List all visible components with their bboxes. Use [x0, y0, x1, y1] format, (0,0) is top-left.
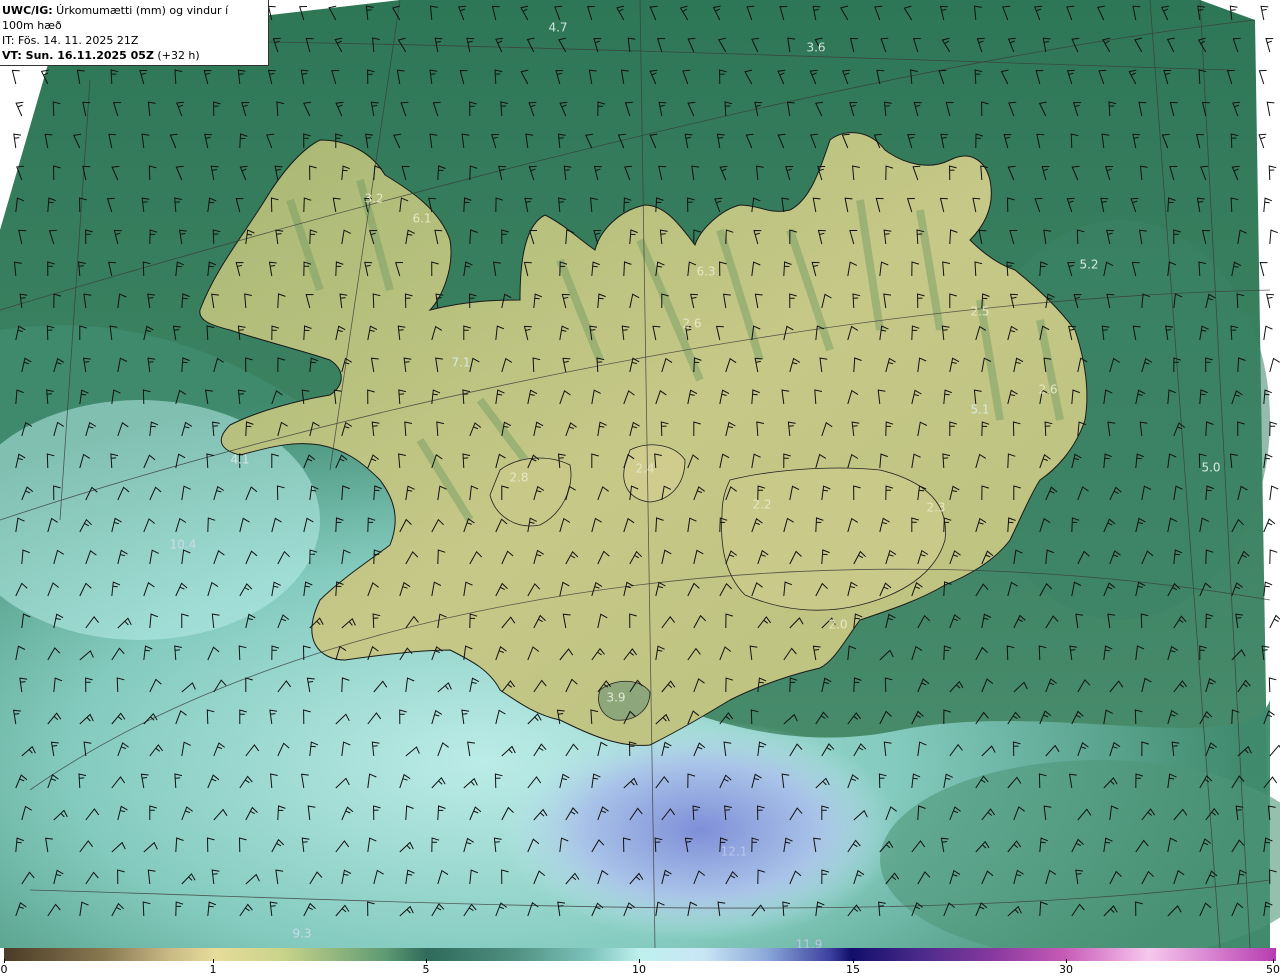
valid-time: VT: Sun. 16.11.2025 05Z [2, 49, 154, 62]
precip-value-label: 6.3 [696, 265, 715, 279]
precip-value-label: 12.1 [721, 845, 748, 859]
precip-value-label: 6.1 [412, 212, 431, 226]
precip-value-label: 4.7 [548, 21, 567, 35]
precip-value-label: 2.5 [970, 305, 989, 319]
precip-value-label: 2.3 [926, 501, 945, 515]
precip-value-label: 5.0 [1201, 461, 1220, 475]
map-title-box: UWC/IG: Úrkomumætti (mm) og vindur í 100… [0, 0, 269, 66]
precipitation-wind-map[interactable]: 4.7 3.6 3.2 6.1 6.3 5.2 2.6 2.5 7.1 2.6 5.1 4.1 2.8 2… [0, 0, 1280, 948]
forecast-offset: (+32 h) [153, 49, 200, 62]
initial-time: IT: Fös. 14. 11. 2025 21Z [2, 34, 139, 47]
precip-value-label: 5.1 [970, 403, 989, 417]
precip-value-label: 5.2 [1079, 258, 1098, 272]
precip-value-label: 3.9 [606, 691, 625, 705]
precip-value-label: 3.2 [364, 192, 383, 206]
color-scale-bar: 0 1 5 10 15 30 50 [0, 948, 1280, 978]
color-scale-tick-label: 10 [632, 963, 646, 976]
precip-value-label: 9.3 [292, 927, 311, 941]
color-scale-gradient [4, 948, 1276, 961]
precip-value-label: 2.4 [635, 462, 654, 476]
precip-value-label: 2.2 [752, 498, 771, 512]
precip-value-label: 7.1 [451, 356, 470, 370]
precip-value-label: 11.9 [796, 938, 823, 949]
precip-value-label: 3.6 [806, 41, 825, 55]
precip-value-label: 4.1 [230, 453, 249, 467]
color-scale-tick-label: 50 [1266, 963, 1280, 976]
precip-value-label: 2.0 [828, 618, 847, 632]
color-scale-tick-label: 30 [1059, 963, 1073, 976]
precip-value-label: 2.6 [1038, 383, 1057, 397]
model-id: UWC/IG: [2, 4, 53, 17]
color-scale-tick-label: 15 [846, 963, 860, 976]
precip-value-label: 10.4 [170, 538, 197, 552]
color-scale-tick-label: 5 [422, 963, 430, 976]
map-viewer: 4.7 3.6 3.2 6.1 6.3 5.2 2.6 2.5 7.1 2.6 5.1 4.1 2.8 2… [0, 0, 1280, 978]
precip-value-label: 2.8 [509, 471, 528, 485]
precip-value-label: 2.6 [682, 317, 701, 331]
color-scale-tick-label: 0 [0, 963, 8, 976]
color-scale-tick-label: 1 [209, 963, 217, 976]
